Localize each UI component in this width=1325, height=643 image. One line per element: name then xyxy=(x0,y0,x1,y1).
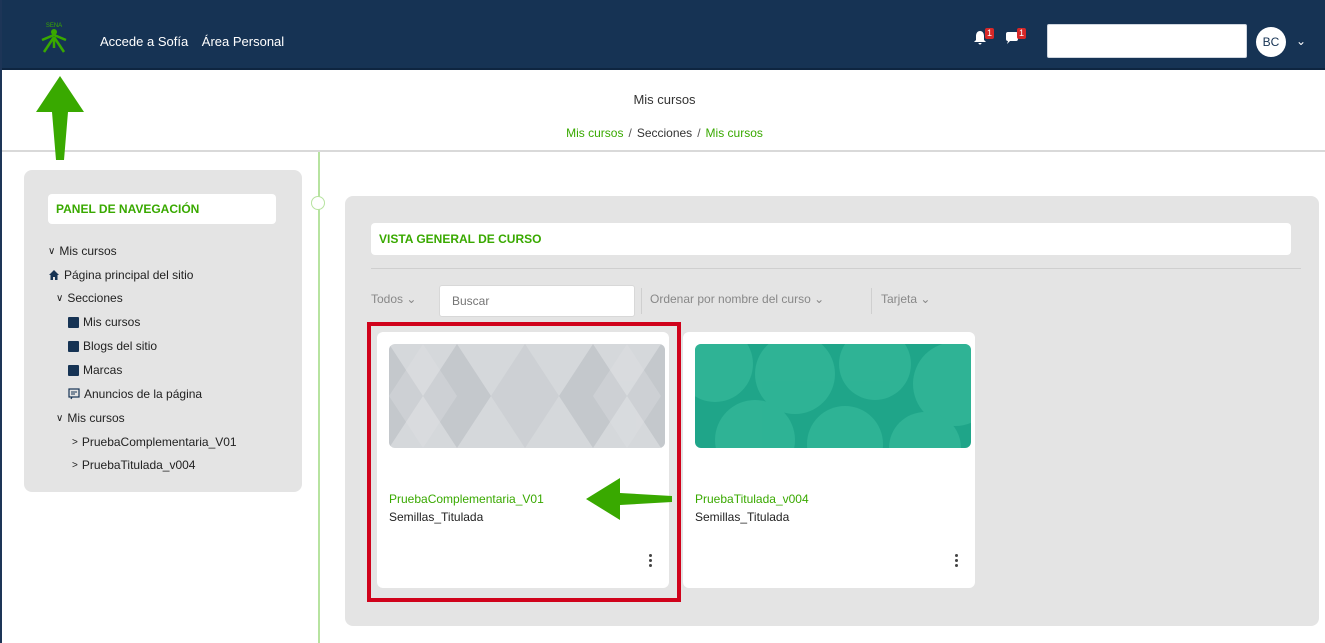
tree-item-mis-cursos-section[interactable]: Mis cursos xyxy=(68,315,140,329)
course-category: Semillas_Titulada xyxy=(695,510,790,524)
nav-links: Accede a Sofía Área Personal xyxy=(100,34,294,49)
timeline-dot xyxy=(311,196,325,210)
tree-item-marcas[interactable]: Marcas xyxy=(68,363,122,377)
user-menu-chevron-down-icon[interactable]: ⌄ xyxy=(1296,34,1306,48)
sena-logo-icon[interactable]: SENA xyxy=(38,20,70,54)
filter-label: Todos xyxy=(371,292,404,306)
tree-item-mis-cursos-list[interactable]: ∨ Mis cursos xyxy=(56,411,125,425)
course-title-link[interactable]: PruebaTitulada_v004 xyxy=(695,492,809,506)
tree-item-label: PruebaComplementaria_V01 xyxy=(81,435,237,449)
chevron-down-icon: ∨ xyxy=(56,292,64,304)
nav-link-area-personal[interactable]: Área Personal xyxy=(202,34,284,49)
breadcrumb-mis-cursos-current[interactable]: Mis cursos xyxy=(706,126,763,140)
overview-divider xyxy=(371,268,1301,269)
nav-link-sofia[interactable]: Accede a Sofía xyxy=(100,34,188,49)
tree-item-label: Anuncios de la página xyxy=(84,387,203,401)
announcement-icon xyxy=(68,388,80,400)
chevron-down-icon: ⌄ xyxy=(814,292,825,306)
logo-brand-text: SENA xyxy=(46,23,62,29)
navbar-search-field[interactable] xyxy=(1047,24,1247,58)
tree-item-label: Marcas xyxy=(83,363,123,377)
chevron-down-icon: ⌄ xyxy=(920,292,931,306)
timeline-line xyxy=(318,152,320,643)
notifications-bell-icon[interactable]: 1 xyxy=(972,28,994,46)
top-navbar: SENA Accede a Sofía Área Personal 1 1 BC… xyxy=(2,0,1325,70)
tree-item-secciones[interactable]: ∨ Secciones xyxy=(56,291,123,305)
navigation-panel-title: PANEL DE NAVEGACIÓN xyxy=(48,194,276,224)
breadcrumb-secciones: Secciones xyxy=(636,126,693,140)
chevron-right-icon: > xyxy=(72,459,78,471)
notifications-badge: 1 xyxy=(984,28,994,39)
course-overview-title: VISTA GENERAL DE CURSO xyxy=(371,223,1291,255)
square-icon xyxy=(68,364,79,376)
app-frame: SENA Accede a Sofía Área Personal 1 1 BC… xyxy=(0,0,1325,643)
tree-item-label: Secciones xyxy=(67,291,123,305)
course-options-kebab-icon[interactable] xyxy=(953,554,959,570)
header-divider xyxy=(2,150,1325,152)
tree-item-home[interactable]: Página principal del sitio xyxy=(48,268,193,282)
course-search-input[interactable] xyxy=(439,285,635,317)
tree-item-label: Página principal del sitio xyxy=(64,268,194,282)
filter-dropdown[interactable]: Todos ⌄ xyxy=(371,292,416,306)
tree-item-course-titulada[interactable]: > PruebaTitulada_v004 xyxy=(72,458,195,472)
chevron-down-icon: ∨ xyxy=(48,245,56,257)
tree-item-course-complementaria[interactable]: > PruebaComplementaria_V01 xyxy=(72,435,237,449)
annotation-arrow-left-icon xyxy=(586,478,672,520)
tree-item-label: Mis cursos xyxy=(59,244,117,258)
annotation-highlight-box xyxy=(367,322,681,602)
annotation-arrow-up-icon xyxy=(36,76,84,160)
tree-item-label: Mis cursos xyxy=(83,315,141,329)
tree-item-mis-cursos-root[interactable]: ∨ Mis cursos xyxy=(48,244,117,258)
chevron-right-icon: > xyxy=(72,436,78,448)
navigation-panel: PANEL DE NAVEGACIÓN ∨ Mis cursos Página … xyxy=(24,170,302,492)
sort-dropdown[interactable]: Ordenar por nombre del curso ⌄ xyxy=(650,292,824,306)
square-icon xyxy=(68,316,79,328)
course-image[interactable] xyxy=(695,344,971,448)
chevron-down-icon: ⌄ xyxy=(406,292,417,306)
page-title: Mis cursos xyxy=(633,92,696,107)
home-icon xyxy=(49,270,59,280)
breadcrumb-separator: / xyxy=(697,126,701,140)
tree-item-label: Mis cursos xyxy=(67,411,125,425)
tree-item-blogs[interactable]: Blogs del sitio xyxy=(68,339,157,353)
view-label: Tarjeta xyxy=(881,292,918,306)
breadcrumb-mis-cursos[interactable]: Mis cursos xyxy=(566,126,623,140)
messages-chat-icon[interactable]: 1 xyxy=(1004,28,1026,46)
toolbar-divider xyxy=(871,288,872,314)
user-avatar[interactable]: BC xyxy=(1256,27,1286,57)
view-mode-dropdown[interactable]: Tarjeta ⌄ xyxy=(881,292,930,306)
tree-item-label: Blogs del sitio xyxy=(83,339,158,353)
tree-item-anuncios[interactable]: Anuncios de la página xyxy=(68,387,202,401)
chevron-down-icon: ∨ xyxy=(56,412,64,424)
course-card[interactable]: PruebaTitulada_v004 Semillas_Titulada xyxy=(683,332,975,588)
breadcrumb: Mis cursos / Secciones / Mis cursos xyxy=(2,126,1325,140)
square-icon xyxy=(68,340,79,352)
messages-badge: 1 xyxy=(1016,28,1026,39)
breadcrumb-separator: / xyxy=(628,126,632,140)
toolbar-divider xyxy=(641,288,642,314)
sort-label: Ordenar por nombre del curso xyxy=(650,292,811,306)
tree-item-label: PruebaTitulada_v004 xyxy=(81,458,196,472)
nav-icons: 1 1 xyxy=(972,28,1026,46)
